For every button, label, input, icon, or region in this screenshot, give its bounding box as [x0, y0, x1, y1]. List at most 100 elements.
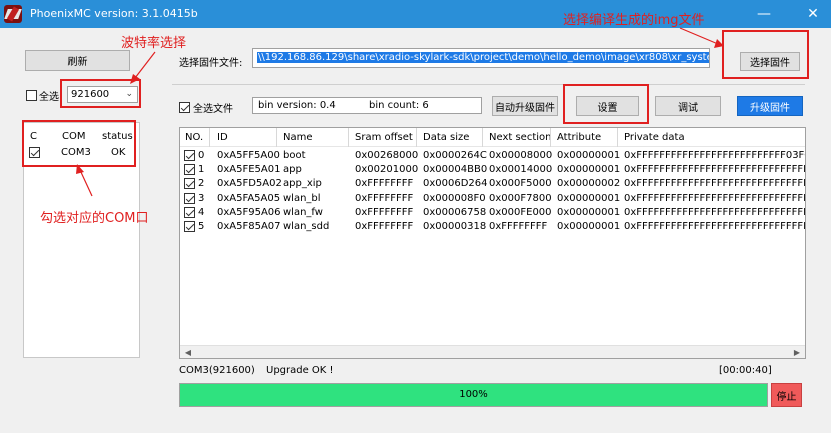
auto-upgrade-button[interactable]: 自动升级固件 [492, 96, 558, 116]
cell-private-data: 0xFFFFFFFFFFFFFFFFFFFFFFFFFFFFFFFFFF [624, 178, 805, 190]
cell-private-data: 0xFFFFFFFFFFFFFFFFFFFFFFFFFFFFFFFFFF [624, 221, 805, 232]
table-row[interactable]: 3 0xA5FA5A05 wlan_bl 0xFFFFFFFF 0x000008F0 0x… [180, 192, 805, 206]
cell-sram-offset: 0xFFFFFFFF [355, 221, 414, 232]
cell-no: 0 [198, 150, 205, 161]
table-row[interactable]: 4 0xA5F95A06 wlan_fw 0xFFFFFFFF 0x00006758 0x… [180, 206, 805, 220]
bin-version: bin version: 0.4 [258, 100, 336, 111]
cell-next-section: 0x000F7800 [489, 192, 552, 204]
table-row[interactable]: 0 0xA5FF5A00 boot 0x00268000 0x0000264C 0x000… [180, 149, 805, 163]
cell-no: 4 [198, 206, 205, 218]
cell-data-size: 0x0006D264 [423, 178, 488, 190]
cell-id: 0xA5F95A06 [217, 206, 281, 218]
th-next-section: Next section [489, 132, 552, 143]
row-checkbox[interactable] [184, 221, 195, 232]
highlight-box-settings [563, 84, 649, 124]
scroll-left-icon[interactable]: ◀ [180, 346, 196, 359]
cell-data-size: 0x000008F0 [423, 192, 486, 204]
th-sram-offset: Sram offset [355, 132, 413, 143]
th-id: ID [217, 132, 228, 143]
highlight-box-baud [60, 79, 141, 108]
cell-data-size: 0x0000264C [423, 150, 487, 161]
firmware-label: 选择固件文件: [179, 58, 243, 69]
firmware-path-value: \\192.168.86.129\share\xradio-skylark-sd… [257, 52, 709, 63]
cell-id: 0xA5FF5A00 [217, 150, 280, 161]
divider [172, 84, 805, 85]
refresh-button[interactable]: 刷新 [25, 50, 130, 71]
cell-attribute: 0x00000001 [557, 150, 621, 161]
cell-id: 0xA5FD5A02 [217, 178, 282, 190]
cell-private-data: 0xFFFFFFFFFFFFFFFFFFFFFFFFFFFFFFFFFF [624, 192, 805, 204]
cell-attribute: 0x00000001 [557, 206, 621, 218]
table-row[interactable]: 2 0xA5FD5A02 app_xip 0xFFFFFFFF 0x0006D264 0x… [180, 177, 805, 191]
cell-name: app_xip [283, 178, 322, 190]
stop-button[interactable]: 停止 [771, 383, 802, 407]
th-private-data: Private data [624, 132, 685, 143]
status-port: COM3(921600) [179, 365, 255, 376]
minimize-icon[interactable]: — [752, 4, 776, 24]
cell-id: 0xA5FE5A01 [217, 164, 281, 176]
cell-private-data: 0xFFFFFFFFFFFFFFFFFFFFFFFFFFFFFFFFFF [624, 164, 805, 176]
cell-id: 0xA5F85A07 [217, 221, 281, 232]
row-checkbox[interactable] [184, 150, 195, 161]
annotation-arrow-com [76, 164, 93, 197]
th-no: NO. [185, 132, 204, 143]
row-checkbox[interactable] [184, 206, 195, 218]
highlight-box-firmware [722, 30, 809, 79]
select-all-files[interactable]: 全选文件 [179, 100, 233, 115]
annotation-arrow-img [679, 27, 724, 48]
select-all-checkbox[interactable] [26, 90, 37, 101]
cell-sram-offset: 0x00268000 [355, 150, 419, 161]
section-table: NO. ID Name Sram offset Data size Next s… [179, 127, 806, 359]
close-icon[interactable]: ✕ [801, 4, 825, 24]
cell-no: 2 [198, 178, 205, 190]
th-data-size: Data size [423, 132, 470, 143]
cell-data-size: 0x00004BB0 [423, 164, 488, 176]
status-message: Upgrade OK ! [266, 365, 334, 376]
cell-sram-offset: 0xFFFFFFFF [355, 178, 414, 190]
horizontal-scrollbar[interactable]: ◀ ▶ [180, 345, 805, 358]
select-all-files-label: 全选文件 [193, 104, 233, 115]
cell-attribute: 0x00000001 [557, 164, 621, 176]
cell-attribute: 0x00000002 [557, 178, 621, 190]
highlight-box-com [22, 120, 136, 167]
table-row[interactable]: 5 0xA5F85A07 wlan_sdd 0xFFFFFFFF 0x00000318 0… [180, 220, 805, 234]
firmware-path-field[interactable]: \\192.168.86.129\share\xradio-skylark-sd… [252, 48, 710, 68]
cell-attribute: 0x00000001 [557, 221, 621, 232]
window-title: PhoenixMC version: 3.1.0415b [30, 7, 198, 20]
cell-sram-offset: 0x00201000 [355, 164, 419, 176]
cell-attribute: 0x00000001 [557, 192, 621, 204]
cell-private-data: 0xFFFFFFFFFFFFFFFFFFFFFFFFFFFFFFFFFF [624, 206, 805, 218]
annotation-com: 勾选对应的COM口 [40, 211, 149, 226]
th-name: Name [283, 132, 313, 143]
table-header: NO. ID Name Sram offset Data size Next s… [180, 128, 805, 147]
cell-sram-offset: 0xFFFFFFFF [355, 206, 414, 218]
cell-id: 0xA5FA5A05 [217, 192, 281, 204]
cell-next-section: 0xFFFFFFFF [489, 221, 548, 232]
cell-data-size: 0x00000318 [423, 221, 487, 232]
cell-no: 1 [198, 164, 205, 176]
upgrade-button[interactable]: 升级固件 [737, 96, 803, 116]
th-attribute: Attribute [557, 132, 602, 143]
scroll-right-icon[interactable]: ▶ [789, 346, 805, 359]
debug-button[interactable]: 调试 [655, 96, 721, 116]
cell-next-section: 0x00014000 [489, 164, 553, 176]
cell-name: wlan_fw [283, 206, 323, 218]
cell-name: wlan_sdd [283, 221, 330, 232]
table-row[interactable]: 1 0xA5FE5A01 app 0x00201000 0x00004BB0 0x0001… [180, 163, 805, 177]
cell-name: wlan_bl [283, 192, 321, 204]
row-checkbox[interactable] [184, 192, 195, 204]
cell-sram-offset: 0xFFFFFFFF [355, 192, 414, 204]
bin-count: bin count: 6 [369, 100, 429, 111]
select-all-com[interactable]: 全选 [26, 88, 59, 103]
cell-next-section: 0x00008000 [489, 150, 553, 161]
cell-private-data: 0xFFFFFFFFFFFFFFFFFFFFFFFFFF03FC001 [624, 150, 805, 161]
row-checkbox[interactable] [184, 178, 195, 190]
bin-info-field: bin version: 0.4 bin count: 6 [252, 97, 482, 114]
row-checkbox[interactable] [184, 164, 195, 176]
status-elapsed: [00:00:40] [719, 365, 772, 376]
app-logo-icon [4, 5, 22, 23]
progress-bar: 100% [179, 383, 768, 407]
cell-next-section: 0x000F5000 [489, 178, 552, 190]
select-all-label: 全选 [39, 92, 59, 103]
select-all-files-checkbox[interactable] [179, 102, 190, 113]
